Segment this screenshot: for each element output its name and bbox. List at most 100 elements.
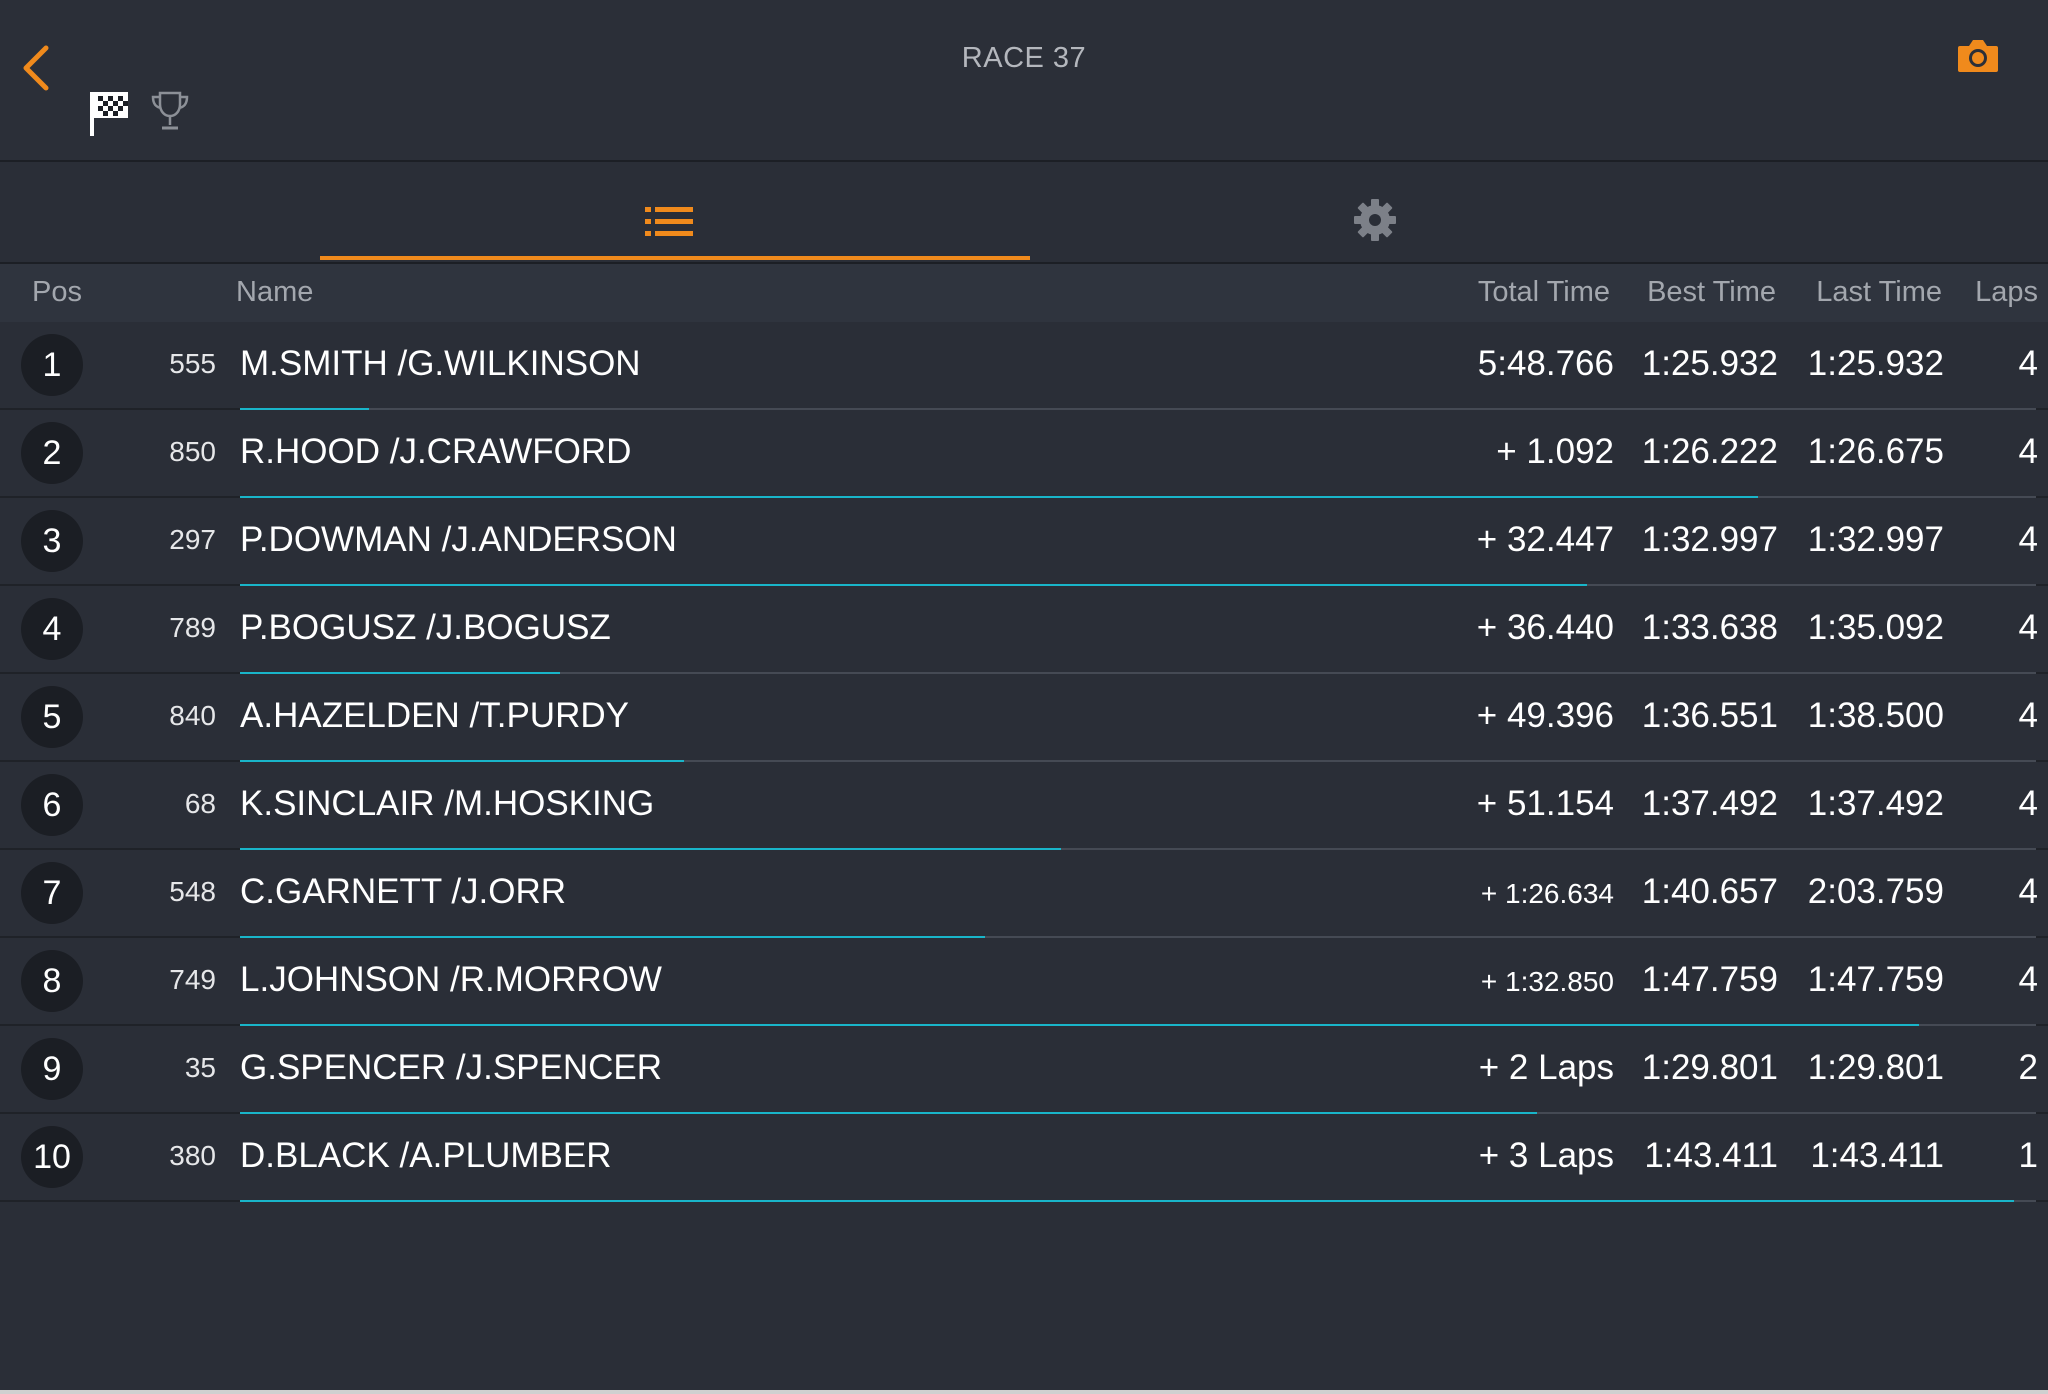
- driver-names: M.SMITH /G.WILKINSON: [240, 344, 641, 383]
- laps-count: 4: [2018, 608, 2038, 647]
- page-title: RACE 37: [961, 42, 1087, 74]
- best-time: 1:26.222: [1641, 432, 1778, 471]
- result-row[interactable]: 2 850 R.HOOD /J.CRAWFORD + 1.092 1:26.22…: [0, 410, 2048, 498]
- laps-count: 1: [2018, 1136, 2038, 1175]
- position-badge: 3: [21, 510, 83, 572]
- laps-count: 4: [2018, 696, 2038, 735]
- result-row[interactable]: 10 380 D.BLACK /A.PLUMBER + 3 Laps 1:43.…: [0, 1114, 2048, 1202]
- best-time: 1:40.657: [1641, 872, 1778, 911]
- car-number: 850: [169, 436, 216, 467]
- driver-names: L.JOHNSON /R.MORROW: [240, 960, 662, 999]
- driver-names: K.SINCLAIR /M.HOSKING: [240, 784, 655, 823]
- driver-names: P.BOGUSZ /J.BOGUSZ: [240, 608, 611, 647]
- best-time: 1:43.411: [1644, 1136, 1778, 1175]
- position-badge: 5: [21, 686, 83, 748]
- position-badge: 6: [21, 774, 83, 836]
- position-badge: 2: [21, 422, 83, 484]
- last-time: 1:38.500: [1807, 696, 1944, 735]
- position-badge: 4: [21, 598, 83, 660]
- best-time: 1:37.492: [1641, 784, 1778, 823]
- total-time: + 51.154: [1476, 784, 1614, 823]
- col-best-time[interactable]: Best Time: [1647, 276, 1776, 309]
- car-number: 548: [169, 876, 216, 907]
- driver-names: G.SPENCER /J.SPENCER: [240, 1048, 663, 1087]
- top-bar: RACE 37: [0, 0, 2048, 162]
- tab-list[interactable]: [320, 162, 1030, 260]
- lap-progress-bar: [240, 1200, 2015, 1202]
- result-row[interactable]: 3 297 P.DOWMAN /J.ANDERSON + 32.447 1:32…: [0, 498, 2048, 586]
- total-time: + 32.447: [1476, 520, 1614, 559]
- position-badge: 7: [21, 862, 83, 924]
- position-badge: 10: [21, 1126, 83, 1188]
- laps-count: 4: [2018, 872, 2038, 911]
- driver-names: D.BLACK /A.PLUMBER: [240, 1136, 612, 1175]
- total-time: + 1.092: [1496, 432, 1614, 471]
- best-time: 1:36.551: [1641, 696, 1778, 735]
- car-number: 789: [169, 612, 216, 643]
- driver-names: A.HAZELDEN /T.PURDY: [240, 696, 629, 735]
- driver-names: R.HOOD /J.CRAWFORD: [240, 432, 632, 471]
- last-time: 1:26.675: [1807, 432, 1944, 471]
- col-laps[interactable]: Laps: [1975, 276, 2038, 309]
- car-number: 749: [169, 964, 216, 995]
- result-row[interactable]: 5 840 A.HAZELDEN /T.PURDY + 49.396 1:36.…: [0, 674, 2048, 762]
- result-row[interactable]: 6 68 K.SINCLAIR /M.HOSKING + 51.154 1:37…: [0, 762, 2048, 850]
- col-name[interactable]: Name: [236, 276, 313, 309]
- lap-progress-track: [240, 1200, 2036, 1202]
- car-number: 297: [169, 524, 216, 555]
- laps-count: 4: [2018, 432, 2038, 471]
- best-time: 1:32.997: [1641, 520, 1778, 559]
- best-time: 1:33.638: [1641, 608, 1778, 647]
- total-time: + 36.440: [1476, 608, 1614, 647]
- result-row[interactable]: 9 35 G.SPENCER /J.SPENCER + 2 Laps 1:29.…: [0, 1026, 2048, 1114]
- last-time: 1:29.801: [1807, 1048, 1944, 1087]
- list-icon: [645, 207, 693, 236]
- last-time: 1:32.997: [1807, 520, 1944, 559]
- trophy-icon[interactable]: [150, 90, 190, 132]
- result-row[interactable]: 1 555 M.SMITH /G.WILKINSON 5:48.766 1:25…: [0, 322, 2048, 410]
- bottom-edge: [0, 1390, 2048, 1394]
- col-pos[interactable]: Pos: [32, 276, 82, 309]
- last-time: 1:43.411: [1810, 1136, 1944, 1175]
- total-time: + 1:32.850: [1480, 966, 1614, 997]
- laps-count: 4: [2018, 520, 2038, 559]
- camera-icon: [1958, 40, 1998, 72]
- best-time: 1:29.801: [1641, 1048, 1778, 1087]
- car-number: 380: [169, 1140, 216, 1171]
- driver-names: C.GARNETT /J.ORR: [240, 872, 567, 911]
- total-time: + 2 Laps: [1478, 1048, 1614, 1087]
- result-row[interactable]: 4 789 P.BOGUSZ /J.BOGUSZ + 36.440 1:33.6…: [0, 586, 2048, 674]
- total-time: + 1:26.634: [1480, 878, 1614, 909]
- last-time: 1:47.759: [1807, 960, 1944, 999]
- total-time: + 3 Laps: [1478, 1136, 1614, 1175]
- col-last-time[interactable]: Last Time: [1816, 276, 1942, 309]
- result-row[interactable]: 7 548 C.GARNETT /J.ORR + 1:26.634 1:40.6…: [0, 850, 2048, 938]
- laps-count: 4: [2018, 344, 2038, 383]
- laps-count: 4: [2018, 784, 2038, 823]
- laps-count: 4: [2018, 960, 2038, 999]
- tab-settings[interactable]: [1020, 162, 1730, 260]
- total-time: 5:48.766: [1477, 344, 1614, 383]
- position-badge: 8: [21, 950, 83, 1012]
- camera-button[interactable]: [1956, 36, 2000, 76]
- car-number: 555: [169, 348, 216, 379]
- car-number: 840: [169, 700, 216, 731]
- last-time: 1:35.092: [1807, 608, 1944, 647]
- car-number: 35: [184, 1052, 216, 1083]
- active-tab-indicator: [320, 256, 1030, 260]
- driver-names: P.DOWMAN /J.ANDERSON: [240, 520, 677, 559]
- gear-icon: [1354, 199, 1396, 241]
- checkered-flag-icon: [90, 92, 128, 136]
- total-time: + 49.396: [1476, 696, 1614, 735]
- tab-bar: [0, 162, 2048, 264]
- best-time: 1:25.932: [1641, 344, 1778, 383]
- position-badge: 9: [21, 1038, 83, 1100]
- last-time: 1:37.492: [1807, 784, 1944, 823]
- result-row[interactable]: 8 749 L.JOHNSON /R.MORROW + 1:32.850 1:4…: [0, 938, 2048, 1026]
- position-badge: 1: [21, 334, 83, 396]
- results-list: 1 555 M.SMITH /G.WILKINSON 5:48.766 1:25…: [0, 322, 2048, 1202]
- best-time: 1:47.759: [1641, 960, 1778, 999]
- column-header-row: Pos Name Total Time Best Time Last Time …: [0, 264, 2048, 322]
- last-time: 2:03.759: [1807, 872, 1944, 911]
- col-total-time[interactable]: Total Time: [1478, 276, 1610, 309]
